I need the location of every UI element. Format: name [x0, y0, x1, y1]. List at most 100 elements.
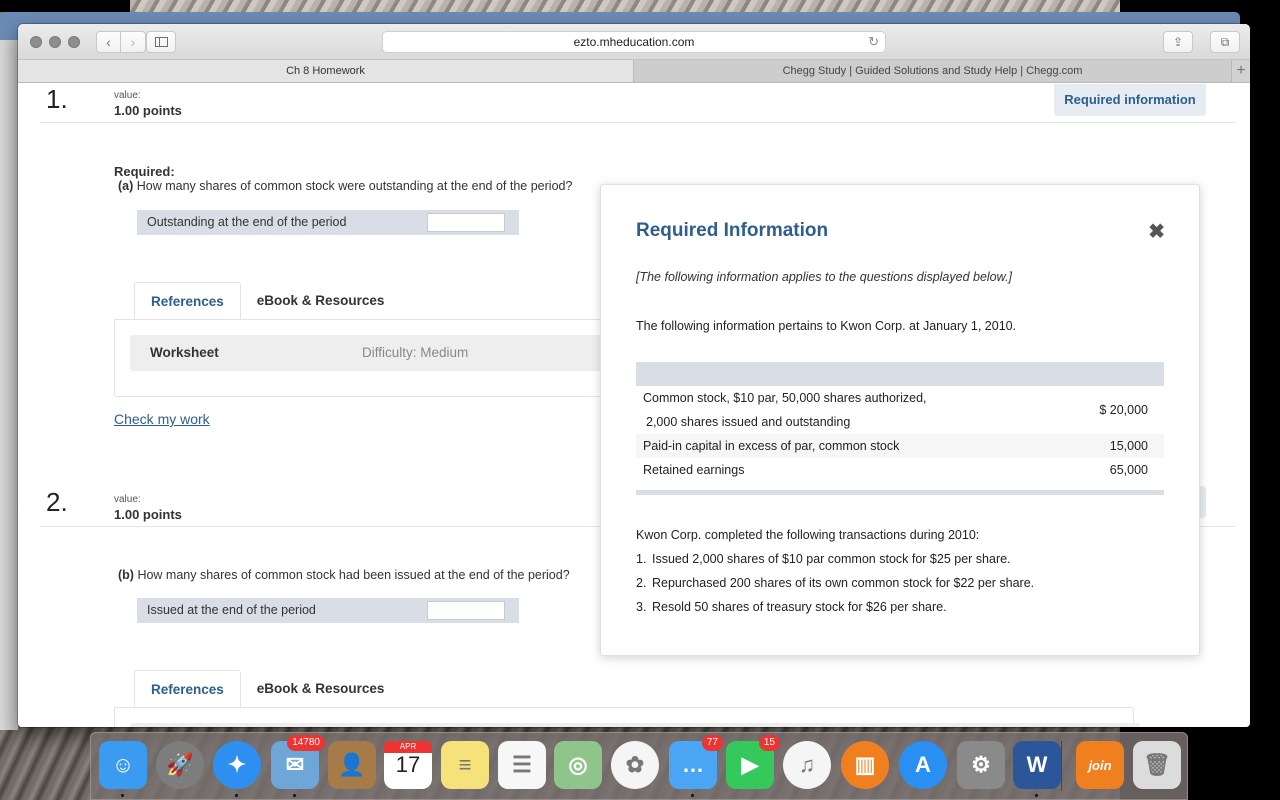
modal-note: [The following information applies to th…: [636, 270, 1012, 284]
difficulty-label: Difficulty: Medium: [362, 345, 469, 360]
transactions-list: 1. Issued 2,000 shares of $10 par common …: [636, 552, 1034, 624]
tab-references[interactable]: References: [134, 282, 241, 320]
transactions-intro: Kwon Corp. completed the following trans…: [636, 528, 980, 542]
join-me-icon: join: [1088, 757, 1112, 773]
table-row: Retained earnings 65,000: [636, 458, 1164, 482]
tab-chegg-study[interactable]: Chegg Study | Guided Solutions and Study…: [634, 60, 1232, 82]
reminders-icon: ☰: [512, 752, 532, 777]
navigation-buttons: ‹ ›: [96, 31, 146, 53]
back-button[interactable]: ‹: [96, 31, 121, 53]
finder-icon: ☺: [111, 752, 135, 777]
answer-row: Issued at the end of the period: [137, 598, 519, 623]
itunes-icon: ♫: [798, 752, 816, 777]
dock-item-launchpad[interactable]: 🚀: [156, 741, 204, 789]
tab-references[interactable]: References: [134, 670, 241, 708]
tab-bar: Ch 8 Homework Chegg Study | Guided Solut…: [18, 60, 1250, 83]
dock-item-itunes[interactable]: ♫: [783, 741, 831, 789]
show-tabs-button[interactable]: ⧉: [1210, 31, 1240, 53]
browser-toolbar: ‹ › ezto.mheducation.com ↻ ⇪ ⧉: [18, 24, 1250, 60]
sidebar-toggle-button[interactable]: [146, 31, 176, 53]
mail-icon: ✉: [285, 752, 305, 777]
worksheet-row[interactable]: [130, 723, 1140, 727]
modal-intro: The following information pertains to Kw…: [636, 319, 1017, 333]
required-label: Required:: [114, 164, 175, 179]
value-label: value:: [114, 90, 141, 101]
dock-item-calendar[interactable]: 17 APR: [384, 741, 432, 789]
safari-window: ‹ › ezto.mheducation.com ↻ ⇪ ⧉ Ch 8 Home…: [18, 24, 1250, 727]
url-text: ezto.mheducation.com: [573, 35, 695, 49]
tabs-icon: ⧉: [1220, 34, 1230, 49]
transaction-item: 1. Issued 2,000 shares of $10 par common …: [636, 552, 1034, 576]
window-controls: [30, 36, 80, 48]
question-number: 2.: [46, 487, 68, 517]
address-bar[interactable]: ezto.mheducation.com ↻: [382, 31, 886, 53]
row-value: 65,000: [1109, 463, 1148, 477]
dock-item-messages[interactable]: … 77: [669, 735, 723, 797]
photos-icon: ✿: [625, 752, 645, 777]
new-tab-button[interactable]: +: [1232, 60, 1250, 82]
microsoft-word-icon: W: [1026, 752, 1048, 777]
reload-icon[interactable]: ↻: [868, 32, 879, 52]
dock-item-notes[interactable]: ≡: [441, 741, 489, 789]
dock-item-microsoft-word[interactable]: W: [1013, 741, 1061, 797]
dock-item-app-store[interactable]: A: [899, 741, 947, 789]
dock-item-mail[interactable]: ✉ 14780: [271, 735, 325, 797]
table-row: Common stock, $10 par, 50,000 shares aut…: [636, 386, 1164, 434]
calendar-icon: 17: [395, 752, 421, 777]
dock-item-facetime[interactable]: ▶ 15: [726, 735, 780, 789]
notification-badge: 14780: [287, 735, 325, 751]
running-indicator: [293, 794, 296, 797]
item-number: 1.: [636, 552, 647, 566]
required-information-button[interactable]: Required information: [1054, 84, 1206, 116]
row-label-line: 2,000 shares issued and outstanding: [646, 415, 851, 429]
points-value: 1.00 points: [114, 103, 182, 118]
required-information-modal: Required Information ✖ [The following in…: [600, 184, 1200, 656]
table-footer: [636, 490, 1164, 495]
close-window-button[interactable]: [30, 36, 42, 48]
tab-ebook-resources[interactable]: eBook & Resources: [241, 282, 401, 320]
reference-tabs: References eBook & Resources: [134, 282, 400, 320]
row-label: Common stock, $10 par, 50,000 shares aut…: [643, 386, 927, 434]
answer-label: Outstanding at the end of the period: [147, 215, 347, 229]
tab-ch8-homework[interactable]: Ch 8 Homework: [18, 60, 634, 82]
zoom-window-button[interactable]: [68, 36, 80, 48]
answer-label: Issued at the end of the period: [147, 603, 316, 617]
table-header: [636, 362, 1164, 386]
system-preferences-icon: ⚙: [971, 752, 991, 777]
minimize-window-button[interactable]: [49, 36, 61, 48]
issued-shares-input[interactable]: [427, 601, 505, 620]
question-number: 1.: [46, 84, 68, 114]
desktop-black-area: [0, 0, 130, 12]
dock-item-safari[interactable]: ✦: [213, 741, 261, 797]
question-text: (b) How many shares of common stock had …: [118, 568, 570, 582]
dock-item-maps[interactable]: ◎: [554, 741, 602, 789]
tab-ebook-resources[interactable]: eBook & Resources: [241, 670, 401, 708]
dock-item-finder[interactable]: ☺: [99, 741, 147, 797]
question-prefix: (a): [118, 179, 134, 193]
forward-button[interactable]: ›: [121, 31, 146, 53]
reference-tabs: References eBook & Resources: [134, 670, 400, 708]
item-text: Issued 2,000 shares of $10 par common st…: [652, 552, 1011, 566]
dock-item-photos[interactable]: ✿: [611, 741, 659, 789]
question-body: How many shares of common stock had been…: [137, 568, 570, 582]
transaction-item: 2. Repurchased 200 shares of its own comm…: [636, 576, 1034, 600]
dock-item-system-preferences[interactable]: ⚙: [957, 741, 1005, 789]
dock-item-trash[interactable]: 🗑: [1133, 741, 1181, 789]
close-icon[interactable]: ✖: [1148, 219, 1165, 244]
dock-separator: [1061, 741, 1062, 791]
check-my-work-link[interactable]: Check my work: [114, 411, 210, 427]
dock-item-ibooks[interactable]: ▥: [841, 741, 889, 789]
question-text: (a) How many shares of common stock were…: [118, 179, 572, 193]
divider: [40, 122, 1236, 123]
background-window-edge: [0, 40, 18, 730]
dock-item-contacts[interactable]: 👤: [328, 741, 376, 789]
item-number: 2.: [636, 576, 647, 590]
transaction-item: 3. Resold 50 shares of treasury stock for…: [636, 600, 1034, 624]
dock-item-join-me[interactable]: join: [1076, 741, 1124, 789]
safari-icon: ✦: [227, 752, 247, 777]
dock-item-reminders[interactable]: ☰: [498, 741, 546, 789]
outstanding-shares-input[interactable]: [427, 213, 505, 232]
question-body: How many shares of common stock were out…: [136, 179, 573, 193]
share-button[interactable]: ⇪: [1163, 31, 1193, 53]
row-value: 15,000: [1109, 439, 1148, 453]
